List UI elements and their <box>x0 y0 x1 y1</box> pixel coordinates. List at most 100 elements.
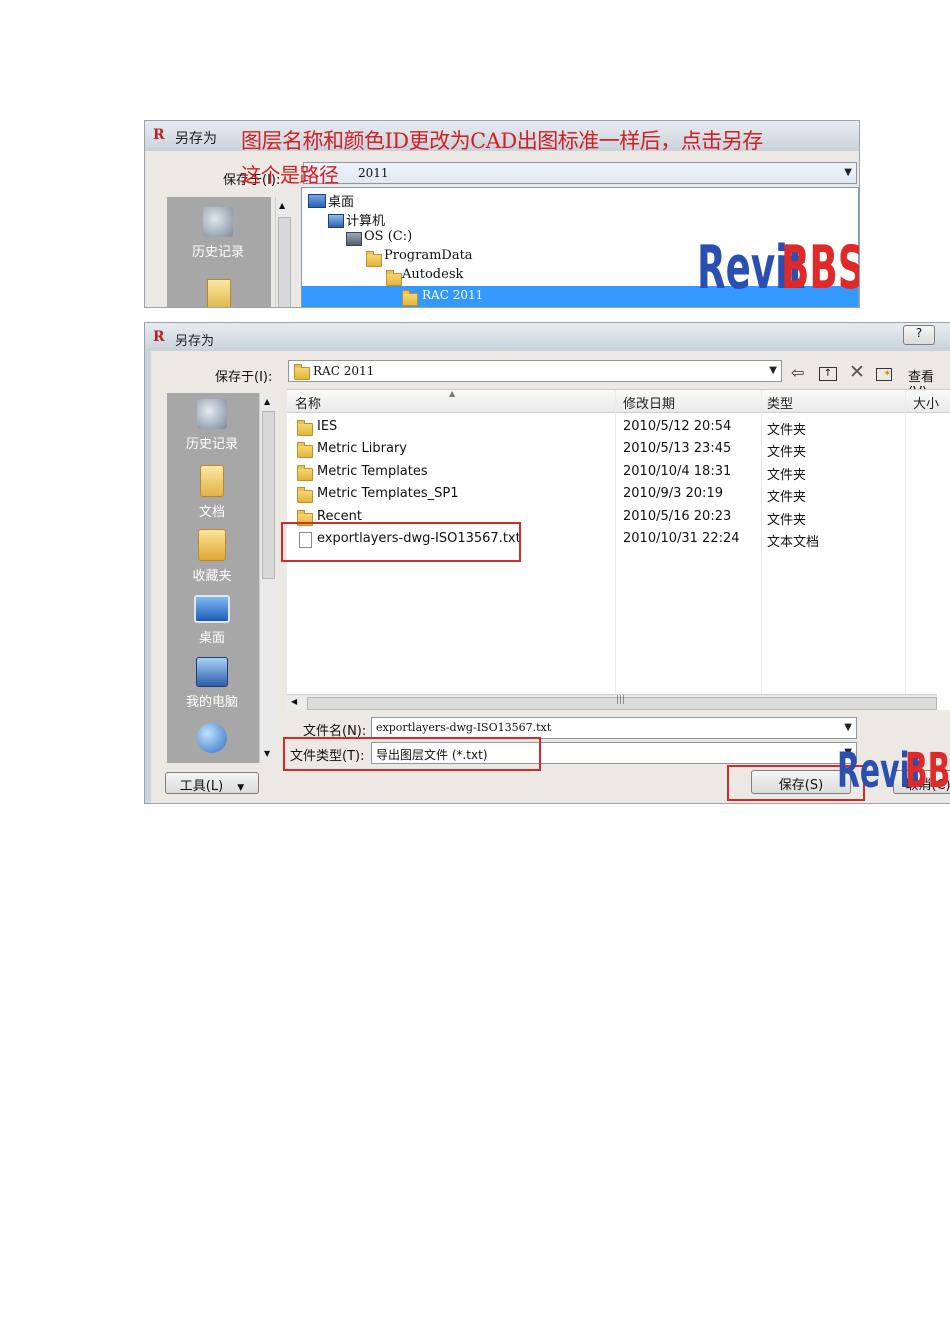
tree-item-programdata[interactable]: ProgramData <box>384 248 473 263</box>
tree-item-drive-c[interactable]: OS (C:) <box>364 229 412 244</box>
back-icon[interactable]: ⇦ <box>791 363 804 382</box>
tree-item-desktop[interactable]: 桌面 <box>328 191 354 210</box>
my-computer-icon <box>196 657 228 687</box>
folder-icon <box>297 465 313 481</box>
filename-value: exportlayers-dwg-ISO13567.txt <box>376 721 552 734</box>
computer-icon <box>328 214 344 228</box>
file-name: Metric Library <box>317 441 408 456</box>
folder-icon <box>386 270 402 286</box>
column-header-date[interactable]: 修改日期 <box>623 393 675 412</box>
documents-icon <box>207 279 231 307</box>
file-name: Metric Templates <box>317 464 428 479</box>
file-name: Metric Templates_SP1 <box>317 486 459 501</box>
top-watermark: Revit BBS <box>697 233 860 305</box>
file-type: 文件夹 <box>767 513 807 528</box>
revit-logo-icon: R <box>153 127 165 143</box>
scroll-down-icon[interactable]: ▼ <box>264 749 270 758</box>
chevron-down-icon[interactable]: ▼ <box>844 722 852 733</box>
watermark-bb: BB <box>905 743 950 799</box>
scroll-up-icon[interactable]: ▲ <box>264 397 270 406</box>
save-in-combo[interactable]: RAC 2011 ▼ <box>288 360 782 382</box>
sidebar-item-label: 文档 <box>198 505 225 520</box>
top-dialog-crop: R 另存为 图层名称和颜色ID更改为CAD出图标准一样后，点击另存 保存于(I)… <box>144 120 860 308</box>
file-type: 文件夹 <box>767 445 807 460</box>
history-icon <box>203 207 233 237</box>
sort-arrow-icon: ▲ <box>449 389 456 398</box>
revit-logo-icon: R <box>153 329 165 345</box>
top-dialog-title: 另存为 <box>175 131 217 147</box>
file-type: 文件夹 <box>767 423 807 438</box>
file-list: 名称 ▲ 修改日期 类型 大小 IES 2010/5/12 20:54 文件夹 … <box>281 389 950 711</box>
sidebar-item-label: 收藏夹 <box>192 569 232 584</box>
tools-button-label: 工具(L) <box>179 779 224 794</box>
file-row[interactable]: Metric Templates 2010/10/4 18:31 文件夹 <box>287 461 950 483</box>
column-header-name[interactable]: 名称 <box>295 393 321 412</box>
top-places-bar: 历史记录 <box>167 197 271 307</box>
top-save-in-value: 2011 <box>358 166 389 180</box>
folder-icon <box>297 487 313 503</box>
folder-icon <box>294 364 310 380</box>
top-places-scrollbar[interactable]: ▲ <box>275 197 292 307</box>
annotation-text-2: 这个是路径 <box>241 163 339 187</box>
file-date: 2010/10/31 22:24 <box>623 531 740 546</box>
file-row[interactable]: Metric Library 2010/5/13 23:45 文件夹 <box>287 438 950 460</box>
highlight-box-filetype <box>283 737 541 771</box>
grip-icon: ||| <box>616 695 626 705</box>
tree-item-autodesk[interactable]: Autodesk <box>402 267 463 282</box>
annotation-text-1: 图层名称和颜色ID更改为CAD出图标准一样后，点击另存 <box>241 129 763 153</box>
top-sidebar-history[interactable]: 历史记录 <box>173 207 263 260</box>
chevron-down-icon: ▼ <box>237 783 245 793</box>
sidebar-item-favorites[interactable]: 收藏夹 <box>167 529 257 584</box>
file-row[interactable]: IES 2010/5/12 20:54 文件夹 <box>287 416 950 438</box>
chevron-down-icon[interactable]: ▼ <box>844 167 852 178</box>
file-type: 文件夹 <box>767 490 807 505</box>
new-folder-icon[interactable]: ✶ <box>876 368 892 381</box>
column-header-type[interactable]: 类型 <box>767 393 793 412</box>
column-header-size[interactable]: 大小 <box>913 393 939 412</box>
sidebar-item-my-computer[interactable]: 我的电脑 <box>167 657 257 710</box>
tree-item-rac2011: RAC 2011 <box>422 288 484 302</box>
save-in-label: 保存于(I): <box>215 370 273 385</box>
drive-icon <box>346 232 362 246</box>
file-type: 文本文档 <box>767 535 820 550</box>
scroll-left-icon[interactable]: ◀ <box>291 697 297 706</box>
watermark-bbs: BBS <box>781 233 860 303</box>
file-date: 2010/5/13 23:45 <box>623 441 732 456</box>
horizontal-scrollbar[interactable]: ◀ ||| <box>287 694 937 711</box>
sidebar-item-label: 历史记录 <box>185 437 238 452</box>
help-button-label: ? <box>915 326 923 340</box>
sidebar-item-desktop[interactable]: 桌面 <box>167 595 257 646</box>
documents-icon <box>200 465 224 497</box>
sidebar-item-label: 我的电脑 <box>185 695 238 710</box>
file-date: 2010/9/3 20:19 <box>623 486 723 501</box>
file-type: 文件夹 <box>767 468 807 483</box>
tree-item-computer[interactable]: 计算机 <box>346 210 385 229</box>
folder-icon <box>402 290 418 306</box>
dialog-watermark: Revit BB <box>837 743 950 799</box>
desktop-icon <box>308 194 326 208</box>
save-in-value: RAC 2011 <box>313 364 375 378</box>
up-folder-icon[interactable]: ↑ <box>819 367 837 381</box>
sidebar-item-label: 桌面 <box>198 631 225 646</box>
file-name: IES <box>317 419 338 434</box>
places-scrollbar[interactable]: ▲ ▼ <box>259 393 276 763</box>
tools-button[interactable]: 工具(L) ▼ <box>165 772 259 794</box>
scroll-thumb[interactable] <box>278 217 291 307</box>
filename-input[interactable]: exportlayers-dwg-ISO13567.txt ▼ <box>371 717 857 739</box>
dialog-title: 另存为 <box>175 334 215 349</box>
chevron-down-icon[interactable]: ▼ <box>769 365 777 376</box>
folder-icon <box>297 442 313 458</box>
sidebar-item-history[interactable]: 历史记录 <box>167 399 257 452</box>
top-save-in-combo[interactable]: 2011 ▼ <box>303 162 857 184</box>
help-button[interactable]: ? <box>903 325 935 345</box>
top-sidebar-history-label: 历史记录 <box>191 245 244 260</box>
folder-icon <box>297 420 313 436</box>
delete-icon[interactable]: ✕ <box>849 361 865 383</box>
scroll-thumb[interactable] <box>262 411 275 579</box>
file-row[interactable]: Metric Templates_SP1 2010/9/3 20:19 文件夹 <box>287 483 950 505</box>
sidebar-item-documents[interactable]: 文档 <box>167 465 257 520</box>
scroll-up-icon[interactable]: ▲ <box>279 201 285 210</box>
desktop-icon <box>194 595 230 623</box>
highlight-box-file <box>281 522 521 562</box>
scroll-thumb[interactable]: ||| <box>307 695 937 710</box>
